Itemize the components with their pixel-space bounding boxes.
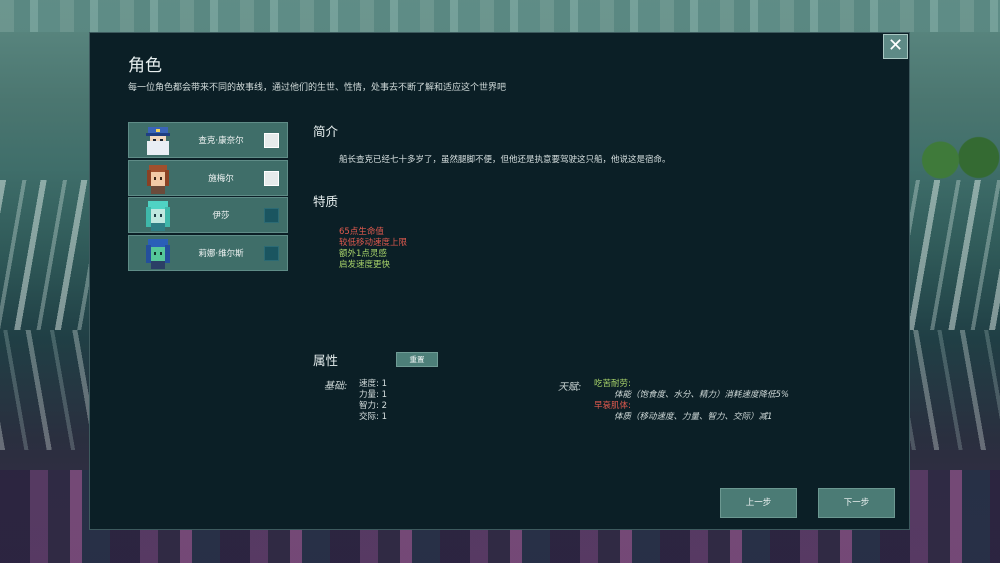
captain-portrait-icon [146, 127, 170, 155]
intro-title: 简介 [313, 124, 339, 139]
character-name: 查克·康奈尔 [198, 136, 244, 146]
reset-button[interactable]: 重置 [396, 352, 438, 367]
talent-desc: 体质（移动速度、力量、智力、交际）减1 [614, 412, 773, 422]
character-select-checkbox[interactable] [264, 170, 279, 186]
character-name: 莉娜·维尔斯 [198, 248, 244, 259]
lina-portrait-icon [146, 238, 170, 269]
background-trees [915, 135, 1000, 185]
trait-item: 启发速度更快 [339, 260, 391, 270]
character-item-yisha[interactable]: 伊莎 [128, 197, 288, 233]
close-icon: ✕ [887, 35, 904, 56]
background-sea-top [0, 0, 1000, 32]
character-item-lina[interactable]: 莉娜·维尔斯 [128, 234, 288, 271]
page-title: 角色 [128, 56, 162, 76]
character-select-panel [89, 32, 910, 530]
base-label: 基础: [324, 381, 348, 392]
shimeier-portrait-icon [147, 164, 169, 194]
yisha-portrait-icon [146, 201, 170, 231]
attr-social: 交际: 1 [359, 412, 387, 422]
talent-desc: 体能（饱食度、水分、精力）消耗速度降低5% [614, 390, 789, 400]
talent-label: 天赋: [558, 382, 582, 393]
attributes-title: 属性 [313, 353, 339, 368]
character-name: 伊莎 [212, 211, 230, 221]
character-select-checkbox[interactable] [264, 208, 279, 223]
character-list: 查克·康奈尔 施梅尔 伊莎 莉娜·维尔斯 [128, 122, 288, 272]
close-button[interactable]: ✕ [883, 34, 908, 59]
character-item-captain[interactable]: 查克·康奈尔 [128, 122, 288, 158]
character-name: 施梅尔 [208, 173, 234, 184]
prev-step-button[interactable]: 上一步 [720, 488, 797, 518]
next-step-button[interactable]: 下一步 [818, 488, 895, 518]
intro-text: 船长查克已经七十多岁了，虽然腿脚不便，但他还是执意要驾驶这只船，他说这是宿命。 [339, 155, 671, 165]
page-subtitle: 每一位角色都会带来不同的故事线，通过他们的生世、性情，处事去不断了解和适应这个世… [128, 83, 507, 93]
character-select-checkbox[interactable] [264, 245, 279, 261]
traits-title: 特质 [313, 194, 339, 209]
character-item-shimeier[interactable]: 施梅尔 [128, 159, 288, 196]
character-select-checkbox[interactable] [264, 133, 279, 148]
